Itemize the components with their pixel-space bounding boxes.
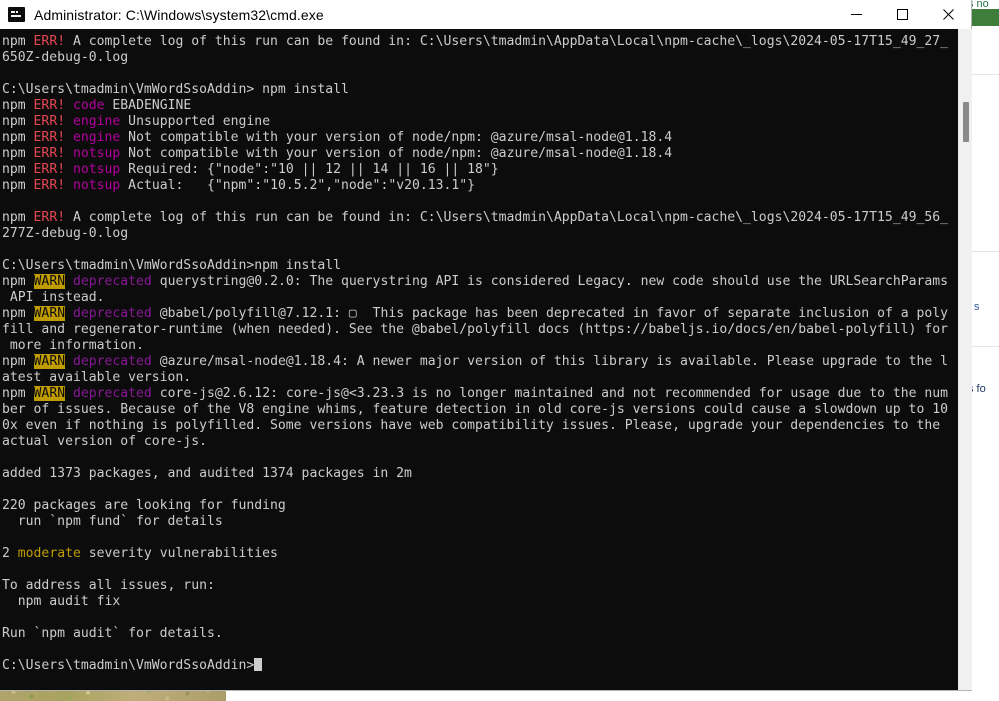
console-line: C:\Users\tmadmin\VmWordSsoAddin>npm inst… xyxy=(2,258,341,273)
console-line: npm WARN deprecated querystring@0.2.0: T… xyxy=(2,274,949,289)
console-line: npm ERR! code EBADENGINE xyxy=(2,98,192,113)
console-line: npm ERR! engine Unsupported engine xyxy=(2,114,271,129)
console-line: Run `npm audit` for details. xyxy=(2,626,223,641)
background-excel-window[interactable]: s no s s fo xyxy=(968,0,999,701)
desktop: s no s s fo Administrator: C:\Windows\sy… xyxy=(0,0,999,701)
console-line: fill and regenerator-runtime (when neede… xyxy=(2,322,948,337)
console-line: 650Z-debug-0.log xyxy=(2,50,129,65)
console-line: npm WARN deprecated @babel/polyfill@7.12… xyxy=(2,306,949,321)
text-cursor xyxy=(254,658,263,671)
console-line: 2 moderate severity vulnerabilities xyxy=(2,546,278,561)
console-line: 220 packages are looking for funding xyxy=(2,498,286,513)
excel-sheet-area[interactable]: s s fo xyxy=(968,26,999,701)
window-title: Administrator: C:\Windows\system32\cmd.e… xyxy=(34,6,324,23)
close-icon[interactable] xyxy=(925,0,971,29)
console-line: npm ERR! A complete log of this run can … xyxy=(2,34,949,49)
console-line: API instead. xyxy=(2,290,105,305)
window-titlebar[interactable]: Administrator: C:\Windows\system32\cmd.e… xyxy=(0,0,971,30)
cmd-icon xyxy=(8,7,25,22)
console-line: npm ERR! notsup Required: {"node":"10 ||… xyxy=(2,162,499,177)
console-line: npm ERR! engine Not compatible with your… xyxy=(2,130,673,145)
console-line: C:\Users\tmadmin\VmWordSsoAddin> xyxy=(2,658,958,674)
window-controls xyxy=(833,0,971,29)
console-body[interactable]: npm ERR! A complete log of this run can … xyxy=(0,29,972,690)
console-line: atest available version. xyxy=(2,370,192,385)
console-line: more information. xyxy=(2,338,144,353)
console-line: C:\Users\tmadmin\VmWordSsoAddin> npm ins… xyxy=(2,82,349,97)
console-line: added 1373 packages, and audited 1374 pa… xyxy=(2,466,412,481)
console-line: npm WARN deprecated @azure/msal-node@1.1… xyxy=(2,354,949,369)
console-line: run `npm fund` for details xyxy=(2,514,223,529)
excel-green-band xyxy=(968,9,999,26)
console-line: npm ERR! notsup Not compatible with your… xyxy=(2,146,673,161)
console-scrollbar-thumb[interactable] xyxy=(963,102,969,142)
console-line: To address all issues, run: xyxy=(2,578,215,593)
excel-grid-line xyxy=(968,74,999,75)
console-line: npm ERR! notsup Actual: {"npm":"10.5.2",… xyxy=(2,178,476,193)
excel-grid-line xyxy=(968,346,999,347)
maximize-icon[interactable] xyxy=(879,0,925,29)
console-line: npm ERR! A complete log of this run can … xyxy=(2,210,949,225)
excel-cell-text: s xyxy=(974,301,980,313)
console-output[interactable]: npm ERR! A complete log of this run can … xyxy=(0,29,958,690)
console-line: 0x even if nothing is polyfilled. Some v… xyxy=(2,418,948,433)
console-scrollbar[interactable] xyxy=(958,29,972,690)
console-line: npm audit fix xyxy=(2,594,121,609)
console-line: 277Z-debug-0.log xyxy=(2,226,129,241)
command-prompt-window[interactable]: Administrator: C:\Windows\system32\cmd.e… xyxy=(0,0,972,691)
excel-grid-line xyxy=(968,251,999,252)
console-line: actual version of core-js. xyxy=(2,434,207,449)
console-line: npm WARN deprecated core-js@2.6.12: core… xyxy=(2,386,949,401)
console-line: ber of issues. Because of the V8 engine … xyxy=(2,402,948,417)
minimize-icon[interactable] xyxy=(833,0,879,29)
